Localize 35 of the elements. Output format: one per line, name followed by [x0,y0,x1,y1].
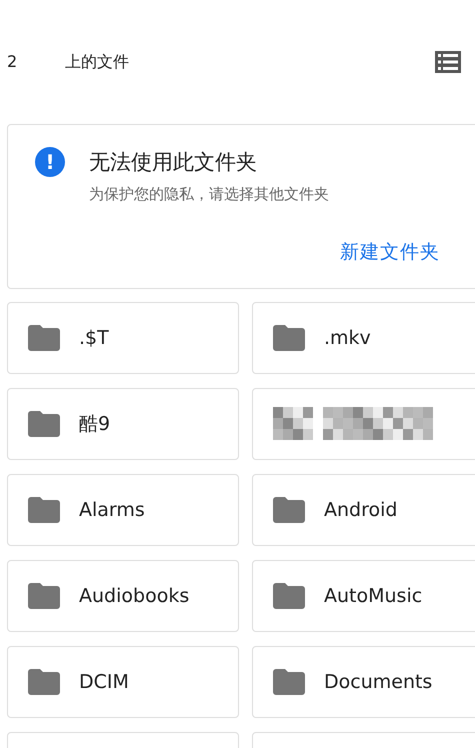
list-view-icon[interactable] [435,51,461,73]
folder-name: AutoMusic [324,584,422,609]
folder-name: .mkv [324,326,371,351]
folder-name: .$T [79,326,109,351]
folder-name: Documents [324,670,432,695]
folder-tile[interactable]: .$T [7,302,239,374]
header-title: 2 [7,51,18,73]
folder-tile[interactable] [252,388,475,460]
folder-icon [28,583,60,609]
folder-name: DCIM [79,670,129,695]
folder-icon [273,497,305,523]
info-icon: ! [35,147,65,177]
folder-tile[interactable]: 酷9 [7,388,239,460]
folder-icon [28,325,60,351]
folder-icon [273,325,305,351]
folder-icon [28,497,60,523]
header-title: 上的文件 [65,51,130,73]
folder-icon [273,669,305,695]
folder-tile[interactable]: Audiobooks [7,560,239,632]
new-folder-button[interactable]: 新建文件夹 [340,238,440,266]
folder-name: Android [324,498,398,523]
folder-icon [28,411,60,437]
folder-tile[interactable]: Alarms [7,474,239,546]
folder-icon [273,583,305,609]
folder-tile[interactable]: Documents [252,646,475,718]
folder-name: Alarms [79,498,145,523]
folder-name: 酷9 [79,412,110,437]
folder-tile[interactable]: DCIM [7,646,239,718]
folder-name: Audiobooks [79,584,190,609]
folder-icon [28,669,60,695]
folder-tile[interactable]: AutoMusic [252,560,475,632]
folder-tile[interactable]: Android [252,474,475,546]
notice-subtitle: 为保护您的隐私，请选择其他文件夹 [89,184,329,204]
notice-title: 无法使用此文件夹 [89,149,258,176]
folder-tile[interactable]: .mkv [252,302,475,374]
